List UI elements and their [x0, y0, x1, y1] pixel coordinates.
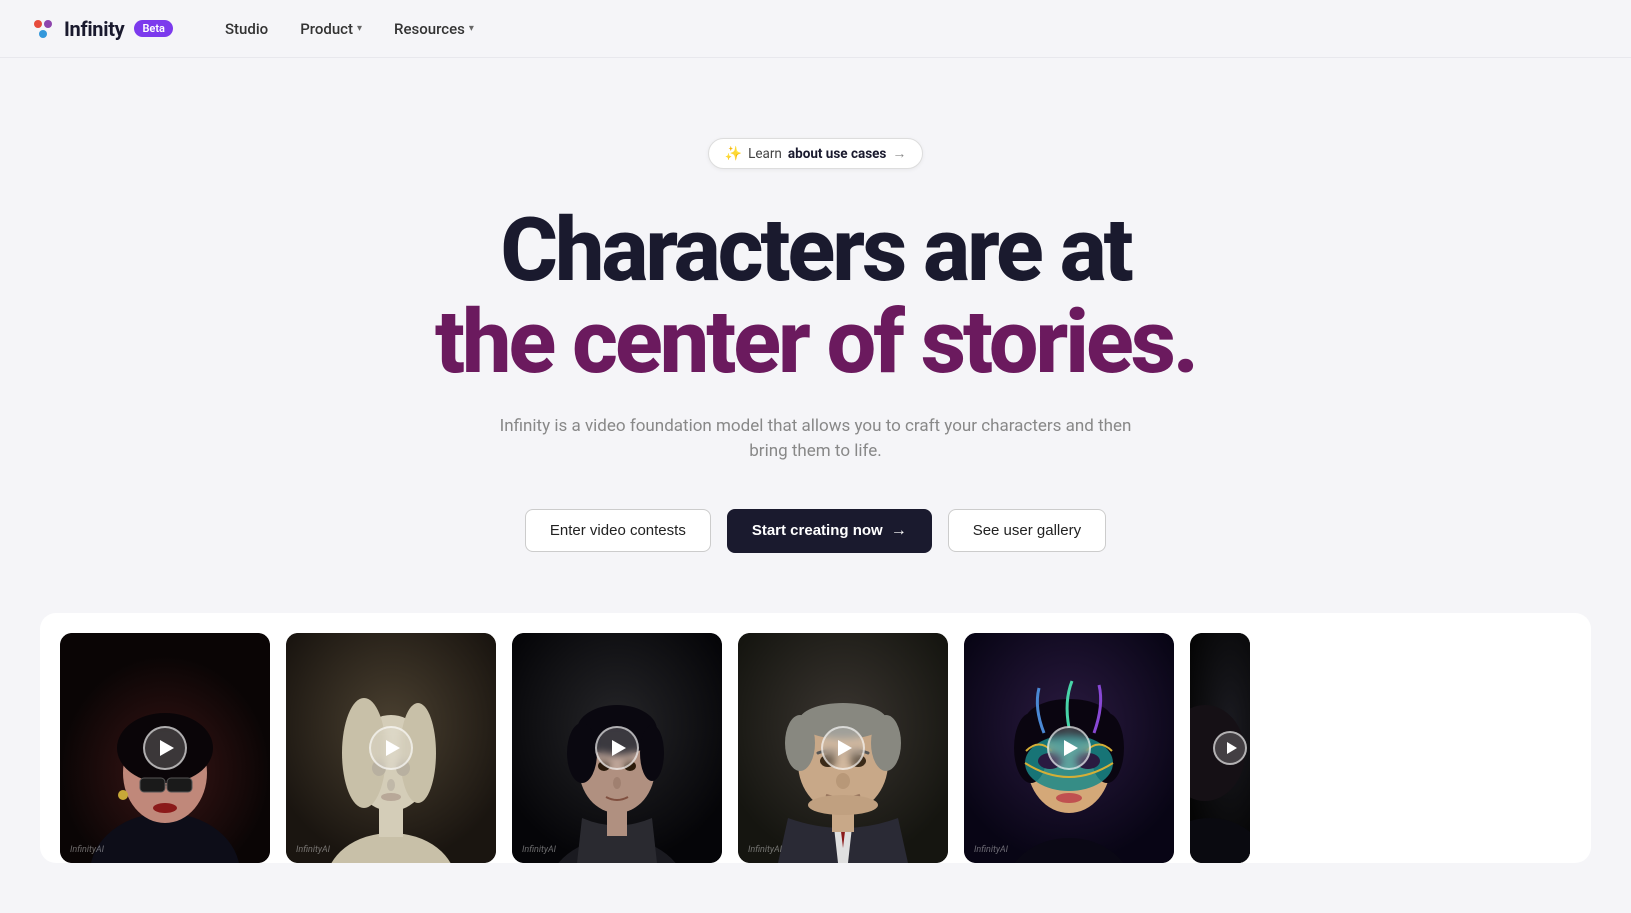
play-button-4[interactable] — [821, 726, 865, 770]
play-button-5[interactable] — [1047, 726, 1091, 770]
hero-title: Characters are at the center of stories. — [435, 205, 1196, 390]
resources-chevron-icon: ▾ — [469, 23, 474, 34]
watermark-4: InfinityAI — [748, 845, 782, 855]
video-card-3[interactable]: InfinityAI — [512, 633, 722, 863]
start-creating-button[interactable]: Start creating now → — [727, 509, 932, 553]
nav-links: Studio Product ▾ Resources ▾ — [213, 14, 1599, 44]
pill-prefix: Learn — [748, 146, 782, 162]
enter-contests-button[interactable]: Enter video contests — [525, 509, 711, 552]
sparkle-icon: ✨ — [725, 146, 742, 162]
play-button-1[interactable] — [143, 726, 187, 770]
video-card-6[interactable] — [1190, 633, 1250, 863]
play-button-3[interactable] — [595, 726, 639, 770]
nav-studio-label: Studio — [225, 20, 268, 38]
play-triangle-icon-4 — [838, 740, 852, 756]
video-card-1[interactable]: InfinityAI — [60, 633, 270, 863]
start-creating-label: Start creating now — [752, 522, 883, 539]
play-triangle-icon-3 — [612, 740, 626, 756]
see-gallery-button[interactable]: See user gallery — [948, 509, 1106, 552]
play-button-2[interactable] — [369, 726, 413, 770]
nav-product[interactable]: Product ▾ — [288, 14, 374, 44]
hero-subtitle: Infinity is a video foundation model tha… — [496, 414, 1136, 465]
use-cases-pill[interactable]: ✨ Learn about use cases → — [708, 138, 924, 169]
hero-section: ✨ Learn about use cases → Characters are… — [0, 58, 1631, 613]
watermark-5: InfinityAI — [974, 845, 1008, 855]
play-triangle-icon-5 — [1064, 740, 1078, 756]
video-card-4[interactable]: InfinityAI — [738, 633, 948, 863]
watermark-2: InfinityAI — [296, 845, 330, 855]
play-button-6[interactable] — [1213, 731, 1247, 765]
start-arrow-icon: → — [891, 522, 907, 540]
hero-title-line2: the center of stories. — [435, 297, 1196, 389]
nav-resources[interactable]: Resources ▾ — [382, 14, 486, 44]
nav-resources-label: Resources — [394, 20, 465, 38]
pill-highlight: about use cases — [788, 146, 886, 162]
gallery-container: InfinityAI — [40, 613, 1591, 863]
play-triangle-icon-1 — [160, 740, 174, 756]
play-triangle-icon-6 — [1227, 742, 1237, 754]
gallery-scroll: InfinityAI — [60, 633, 1571, 863]
watermark-1: InfinityAI — [70, 845, 104, 855]
gallery-section: InfinityAI — [0, 613, 1631, 863]
hero-buttons: Enter video contests Start creating now … — [525, 509, 1106, 553]
video-card-2[interactable]: InfinityAI — [286, 633, 496, 863]
beta-badge: Beta — [134, 20, 173, 37]
video-card-5[interactable]: InfinityAI — [964, 633, 1174, 863]
navbar: Infinity Beta Studio Product ▾ Resources… — [0, 0, 1631, 58]
logo-icon — [32, 18, 54, 40]
nav-studio[interactable]: Studio — [213, 14, 280, 44]
hero-title-line1: Characters are at — [435, 205, 1196, 297]
play-triangle-icon-2 — [386, 740, 400, 756]
nav-product-label: Product — [300, 20, 353, 38]
brand-name: Infinity — [64, 17, 124, 41]
product-chevron-icon: ▾ — [357, 23, 362, 34]
pill-arrow: → — [892, 145, 906, 162]
logo-group[interactable]: Infinity Beta — [32, 17, 173, 41]
watermark-3: InfinityAI — [522, 845, 556, 855]
